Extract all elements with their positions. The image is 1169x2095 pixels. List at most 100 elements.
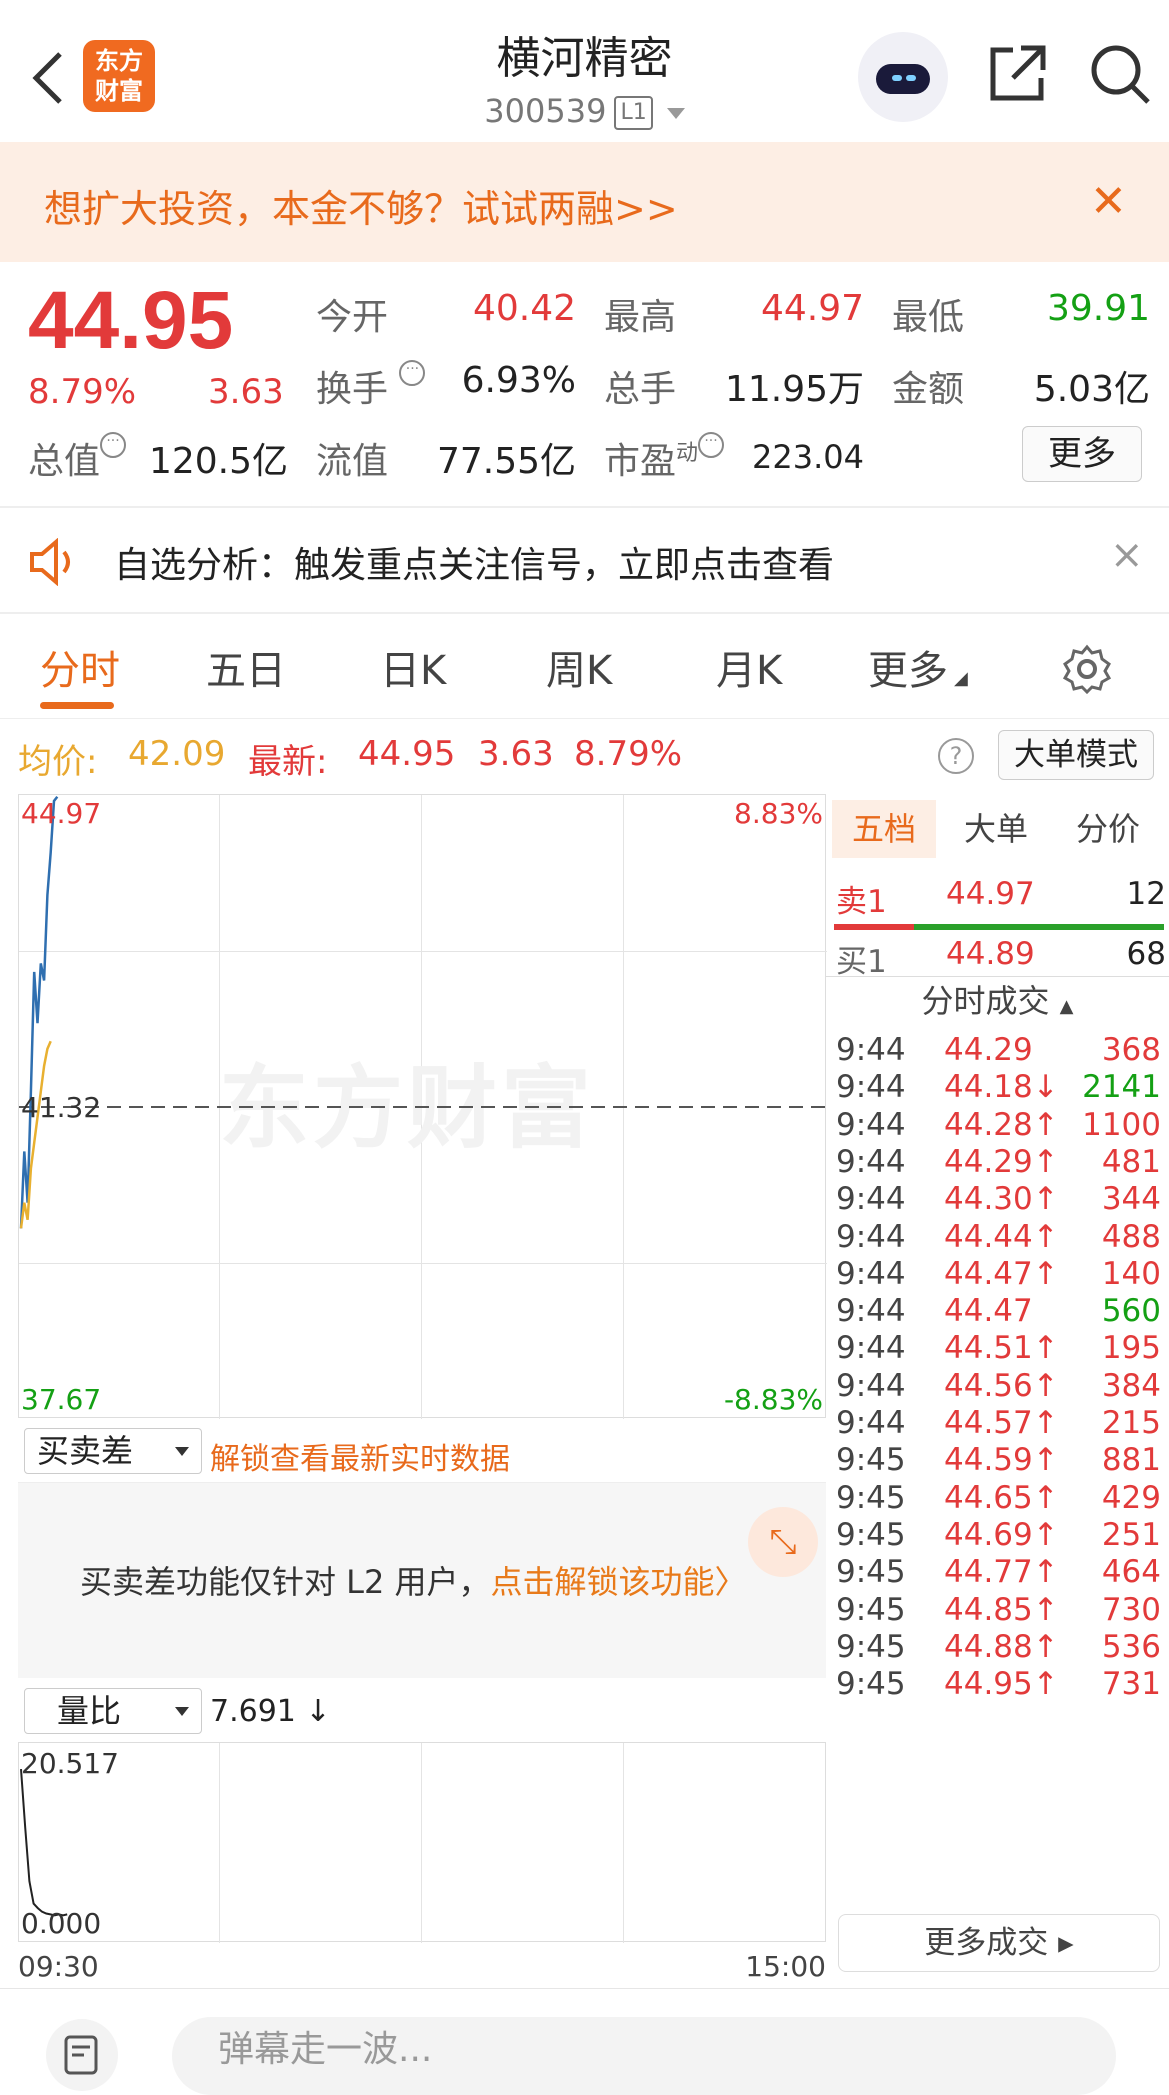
promo-text[interactable]: 想扩大投资，本金不够？试试两融>> <box>44 178 678 233</box>
high-label: 最高 <box>604 297 677 338</box>
quote-panel: 44.95 8.79% 3.63 今开 40.42 最高 44.97 最低 39… <box>0 262 1169 506</box>
notes-icon[interactable] <box>46 2019 118 2091</box>
level-badge: L1 <box>614 96 653 130</box>
trade-price: 44.95↑ <box>944 1666 1059 1703</box>
locked-message: 买卖差功能仅针对 L2 用户，点击解锁该功能〉 <box>80 1563 747 1601</box>
ask-label: 卖1 <box>836 884 887 920</box>
vol-min-label: 0.000 <box>21 1907 102 1940</box>
amount-value: 5.03亿 <box>1033 369 1150 410</box>
price-info-line: 均价: 42.09 最新: 44.95 3.63 8.79% ? 大单模式 <box>0 722 1169 792</box>
unlock-feature-link[interactable]: 点击解锁该功能〉 <box>491 1563 747 1601</box>
divider <box>826 976 1169 977</box>
avg-price-line <box>19 1040 52 1229</box>
unlock-link[interactable]: 解锁查看最新实时数据 <box>210 1434 510 1478</box>
volume-ratio-series <box>20 1769 68 1917</box>
avg-value: 42.09 <box>128 734 226 774</box>
more-button[interactable]: 更多 <box>1022 426 1142 482</box>
top-bar: 东方 财富 横河精密 300539 L1 <box>0 0 1169 142</box>
pct-max-label: 8.83% <box>734 797 823 830</box>
last-price: 44.95 <box>28 275 234 366</box>
turnover-value: 6.93% <box>461 360 576 401</box>
price-max-label: 44.97 <box>21 797 102 830</box>
order-book-panel: 五档 大单 分价 卖1 44.97 12 买1 44.89 68 分时成交 ▲ … <box>826 794 1169 1984</box>
latest-label: 最新: <box>248 742 328 782</box>
search-icon[interactable] <box>1088 42 1152 106</box>
big-order-mode-button[interactable]: 大单模式 <box>998 730 1154 780</box>
indicator-select[interactable]: 买卖差 <box>24 1428 202 1474</box>
latest-change: 3.63 <box>478 734 554 774</box>
open-value: 40.42 <box>472 288 576 329</box>
info-dots-icon[interactable]: ··· <box>698 432 725 458</box>
promo-banner[interactable]: 想扩大投资，本金不够？试试两融>> ✕ <box>0 142 1169 262</box>
alert-text[interactable]: 自选分析：触发重点关注信号，立即点击查看 <box>114 536 834 588</box>
speaker-icon <box>30 538 70 586</box>
price-line <box>19 795 59 1229</box>
ask-row: 卖1 44.97 12 <box>836 868 1166 920</box>
bid-volume: 68 <box>1126 936 1166 972</box>
time-end: 15:00 <box>745 1950 826 1983</box>
tab-daily-k[interactable]: 日K <box>380 638 446 696</box>
volume-ratio-line <box>20 1769 68 1917</box>
diff-header: 买卖差 解锁查看最新实时数据 <box>18 1424 826 1480</box>
bottom-bar: 弹幕走一波... <box>0 1988 1169 2095</box>
close-icon[interactable]: × <box>1110 532 1144 578</box>
low-value: 39.91 <box>1046 288 1150 329</box>
turnover-label: 换手 ··· <box>316 360 426 412</box>
tab-intraday[interactable]: 分时 <box>40 638 120 696</box>
help-icon[interactable]: ? <box>938 738 974 774</box>
gear-icon[interactable] <box>1062 644 1112 694</box>
change-value: 3.63 <box>208 372 284 412</box>
trade-row: 9:45 44.95↑ 731 <box>836 1660 1161 1709</box>
price-lines <box>19 795 827 1229</box>
danmaku-input[interactable]: 弹幕走一波... <box>172 2017 1116 2095</box>
tab-5day[interactable]: 五日 <box>206 638 286 696</box>
latest-percent: 8.79% <box>574 734 683 774</box>
latest-value: 44.95 <box>358 734 456 774</box>
intraday-chart[interactable]: 东方财富 44.97 8.83% 41.32 37.67 -8.83% <box>18 794 827 1419</box>
volume-ratio-header: 量比 7.691 ↓ <box>18 1684 826 1740</box>
pct-min-label: -8.83% <box>723 1383 823 1416</box>
low-label: 最低 <box>892 297 965 338</box>
volume-ratio-chart[interactable]: 20.517 0.000 <box>18 1742 826 1943</box>
pe-label: 市盈动 ··· <box>604 432 725 484</box>
bid-price: 44.89 <box>946 936 1035 972</box>
change-percent: 8.79% <box>28 372 137 412</box>
bid-row: 买1 44.89 68 <box>836 928 1166 980</box>
tab-monthly-k[interactable]: 月K <box>716 638 782 696</box>
tab-five-levels[interactable]: 五档 <box>832 800 936 858</box>
close-icon[interactable]: ✕ <box>1090 180 1127 224</box>
ask-price: 44.97 <box>946 876 1035 912</box>
chart-tabs: 分时 五日 日K 周K 月K 更多 ◢ <box>0 614 1169 718</box>
price-min-label: 37.67 <box>21 1383 102 1416</box>
open-label: 今开 <box>316 297 389 338</box>
price-mid-label: 41.32 <box>21 1091 102 1124</box>
assistant-robot-icon[interactable] <box>858 32 948 122</box>
mktcap-label: 总值 ··· <box>28 432 127 484</box>
indicator-select[interactable]: 量比 <box>24 1688 202 1734</box>
info-dots-icon[interactable]: ··· <box>100 432 127 458</box>
active-tab-indicator <box>40 702 114 709</box>
tab-price-dist[interactable]: 分价 <box>1056 800 1160 858</box>
divider <box>0 718 1169 719</box>
time-axis: 09:30 15:00 <box>18 1946 826 1986</box>
tab-big-orders[interactable]: 大单 <box>944 800 1048 858</box>
vol-max-label: 20.517 <box>21 1747 119 1780</box>
volume-label: 总手 <box>604 369 677 410</box>
tab-more[interactable]: 更多 ◢ <box>868 638 968 696</box>
float-value: 77.55亿 <box>436 441 576 482</box>
pe-value: 223.04 <box>752 438 864 476</box>
amount-label: 金额 <box>892 369 965 410</box>
mktcap-value: 120.5亿 <box>148 441 288 482</box>
tab-weekly-k[interactable]: 周K <box>546 638 612 696</box>
volume-value: 11.95万 <box>724 369 864 410</box>
ask-volume: 12 <box>1126 876 1166 912</box>
share-icon[interactable] <box>985 42 1049 106</box>
avg-label: 均价: <box>18 742 98 782</box>
analysis-alert[interactable]: 自选分析：触发重点关注信号，立即点击查看 × <box>0 508 1169 612</box>
trade-volume: 731 <box>1101 1666 1161 1703</box>
more-trades-button[interactable]: 更多成交 ▸ <box>838 1914 1160 1972</box>
expand-icon[interactable]: ⤡ <box>748 1507 818 1577</box>
trades-header[interactable]: 分时成交 ▲ <box>826 976 1169 1026</box>
time-start: 09:30 <box>18 1950 99 1983</box>
float-label: 流值 <box>316 441 389 482</box>
